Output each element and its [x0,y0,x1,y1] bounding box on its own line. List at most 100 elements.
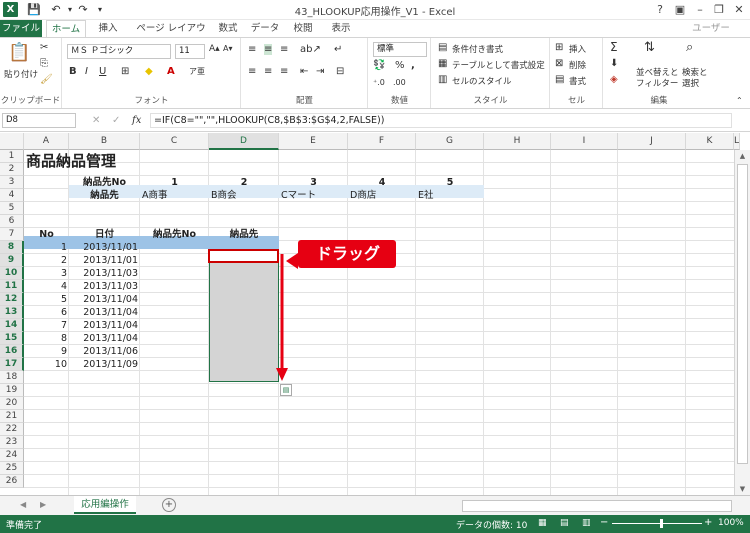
row-header-9[interactable]: 9 [0,254,24,267]
row-no[interactable]: 5 [26,293,67,306]
row-date[interactable]: 2013/11/01 [71,241,138,254]
enter-icon[interactable]: ✓ [112,115,120,126]
tab-formulas[interactable]: 数式 [214,20,242,38]
wrap-text-icon[interactable]: ↵ [334,44,342,55]
decrease-indent-icon[interactable]: ⇤ [300,66,308,77]
underline-icon[interactable]: U [99,66,106,77]
zoom-slider[interactable] [612,523,702,524]
conditional-format-button[interactable]: 条件付き書式 [452,43,503,55]
row-header-13[interactable]: 13 [0,306,24,319]
row-date[interactable]: 2013/11/04 [71,319,138,332]
page-break-view-icon[interactable]: ▥ [582,518,591,528]
column-header-f[interactable]: F [348,133,416,150]
collapse-ribbon-icon[interactable]: ⌃ [736,96,743,105]
column-header-b[interactable]: B [69,133,140,150]
row-header-1[interactable]: 1 [0,150,24,163]
paste-label[interactable]: 貼り付け [4,68,38,80]
cut-icon[interactable]: ✂ [40,42,48,53]
normal-view-icon[interactable]: ▦ [538,518,547,528]
lookup-header-no[interactable]: 納品先No [71,176,138,189]
tab-data[interactable]: データ [248,20,282,38]
row-header-18[interactable]: 18 [0,371,24,384]
row-no[interactable]: 3 [26,267,67,280]
row-header-10[interactable]: 10 [0,267,24,280]
align-middle-icon[interactable]: ≡ [264,44,273,55]
header-dest-no[interactable]: 納品先No [142,228,207,241]
row-header-15[interactable]: 15 [0,332,24,345]
row-date[interactable]: 2013/11/03 [71,267,138,280]
column-header-k[interactable]: K [686,133,734,150]
format-as-table-button[interactable]: テーブルとして書式設定 [452,59,545,71]
row-date[interactable]: 2013/11/03 [71,280,138,293]
zoom-out-icon[interactable]: − [600,517,608,528]
name-box[interactable]: D8 [2,113,76,128]
insert-function-icon[interactable]: fx [132,115,141,126]
column-header-h[interactable]: H [484,133,551,150]
tab-file[interactable]: ファイル [0,20,42,38]
row-header-14[interactable]: 14 [0,319,24,332]
restore-icon[interactable]: ❐ [711,2,727,18]
row-date[interactable]: 2013/11/01 [71,254,138,267]
row-header-4[interactable]: 4 [0,189,24,202]
row-header-26[interactable]: 26 [0,475,24,488]
insert-button[interactable]: 挿入 [569,43,586,55]
format-button[interactable]: 書式 [569,75,586,87]
border-icon[interactable]: ⊞ [121,66,129,77]
align-bottom-icon[interactable]: ≡ [280,44,288,55]
next-sheet-icon[interactable]: ▶ [40,500,46,509]
lookup-no-4[interactable]: 4 [350,176,414,189]
tab-insert[interactable]: 挿入 [92,20,124,38]
row-no[interactable]: 4 [26,280,67,293]
scroll-thumb[interactable] [737,164,748,464]
align-left-icon[interactable]: ≡ [248,66,256,77]
fill-color-icon[interactable]: ◆ [145,66,153,77]
currency-icon[interactable]: 💱 [373,60,385,71]
help-icon[interactable]: ? [652,2,668,18]
page-layout-view-icon[interactable]: ▤ [560,518,569,528]
tab-review[interactable]: 校閲 [288,20,318,38]
header-date[interactable]: 日付 [71,228,138,241]
shrink-font-icon[interactable]: A▾ [223,44,233,53]
zoom-slider-thumb[interactable] [660,519,663,528]
select-all-corner[interactable] [0,133,24,150]
lookup-header-name[interactable]: 納品先 [71,189,138,202]
row-no[interactable]: 10 [26,358,67,371]
scroll-down-icon[interactable]: ▼ [736,483,749,495]
row-date[interactable]: 2013/11/04 [71,306,138,319]
row-no[interactable]: 9 [26,345,67,358]
grow-font-icon[interactable]: A▴ [209,44,220,54]
horizontal-scrollbar[interactable] [462,500,732,512]
percent-icon[interactable]: % [395,60,405,71]
increase-indent-icon[interactable]: ⇥ [316,66,324,77]
row-header-17[interactable]: 17 [0,358,24,371]
increase-decimal-icon[interactable]: ⁺.0 [373,78,385,87]
decrease-decimal-icon[interactable]: .00 [393,78,406,87]
sort-filter-label-2[interactable]: フィルター [636,77,678,89]
column-header-e[interactable]: E [279,133,348,150]
row-date[interactable]: 2013/11/04 [71,293,138,306]
tab-page-layout[interactable]: ページ レイアウト [132,20,210,52]
align-center-icon[interactable]: ≡ [264,66,272,77]
autosum-icon[interactable]: Σ [610,40,618,54]
row-header-16[interactable]: 16 [0,345,24,358]
header-no[interactable]: No [26,228,67,241]
header-dest[interactable]: 納品先 [211,228,277,241]
row-no[interactable]: 7 [26,319,67,332]
row-header-24[interactable]: 24 [0,449,24,462]
italic-icon[interactable]: I [85,66,88,77]
tab-home[interactable]: ホーム [46,20,86,38]
row-header-5[interactable]: 5 [0,202,24,215]
column-header-l[interactable]: L [734,133,741,150]
row-no[interactable]: 6 [26,306,67,319]
row-no[interactable]: 1 [26,241,67,254]
row-header-21[interactable]: 21 [0,410,24,423]
close-icon[interactable]: ✕ [731,2,747,18]
zoom-in-icon[interactable]: + [704,517,712,528]
column-header-j[interactable]: J [618,133,686,150]
row-header-23[interactable]: 23 [0,436,24,449]
merge-center-icon[interactable]: ⊟ [336,66,344,77]
row-date[interactable]: 2013/11/06 [71,345,138,358]
row-header-3[interactable]: 3 [0,176,24,189]
row-header-7[interactable]: 7 [0,228,24,241]
find-select-label-2[interactable]: 選択 [682,77,699,89]
